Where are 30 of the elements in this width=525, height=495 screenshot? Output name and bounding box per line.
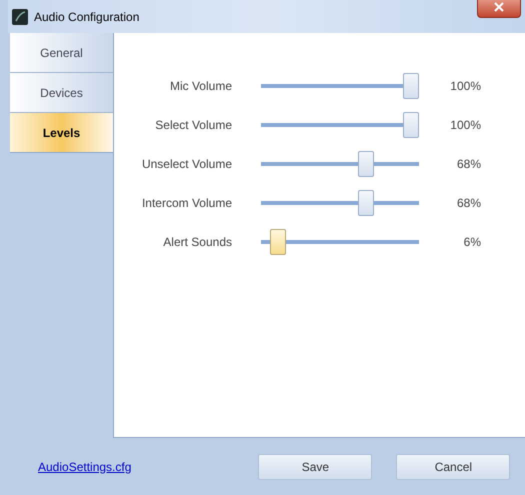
slider-value: 100% [449,117,481,134]
sidebar-tab[interactable]: Levels [10,113,113,153]
slider-thumb[interactable] [403,73,419,99]
sidebar-tab[interactable]: General [10,33,113,73]
slider-label: Unselect Volume [140,156,232,173]
volume-slider[interactable] [261,73,419,99]
slider-value: 68% [456,195,481,212]
footer-button[interactable]: Save [258,454,372,480]
slider-value: 100% [449,78,481,95]
volume-slider[interactable] [261,151,419,177]
slider-thumb[interactable] [358,190,374,216]
close-icon [494,2,504,12]
settings-file-link[interactable]: AudioSettings.cfg [38,458,132,476]
slider-label: Intercom Volume [140,195,232,212]
volume-slider[interactable] [261,190,419,216]
footer-button[interactable]: Cancel [396,454,510,480]
window-title: Audio Configuration [34,8,140,26]
slider-thumb[interactable] [358,151,374,177]
slider-thumb[interactable] [403,112,419,138]
slider-thumb[interactable] [270,229,286,255]
slider-value: 6% [462,234,481,251]
close-button[interactable] [477,0,521,18]
slider-label: Mic Volume [168,78,232,95]
volume-slider[interactable] [261,229,419,255]
volume-slider[interactable] [261,112,419,138]
app-icon [12,8,28,24]
slider-label: Alert Sounds [162,234,232,251]
slider-value: 68% [456,156,481,173]
slider-label: Select Volume [154,117,232,134]
sidebar-tab[interactable]: Devices [10,73,113,113]
